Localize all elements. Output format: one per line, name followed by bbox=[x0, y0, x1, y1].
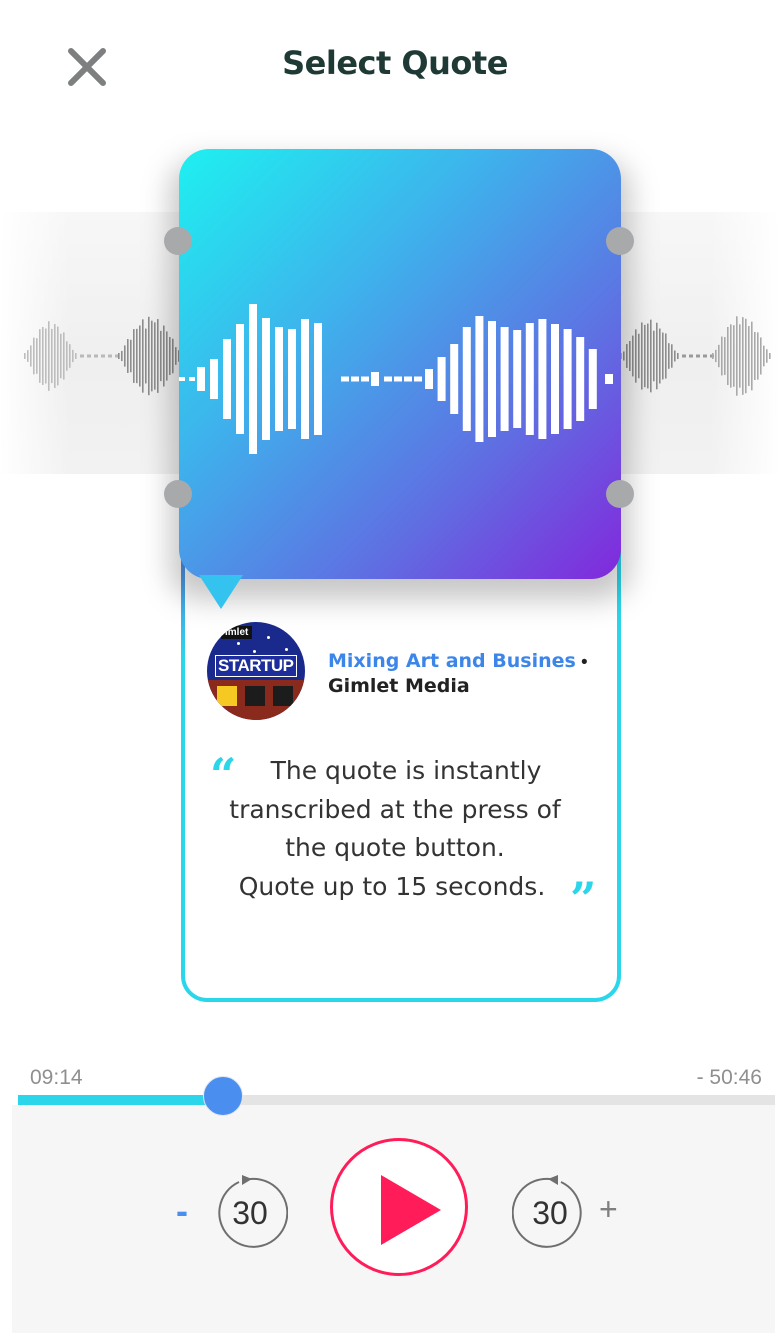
quote-line: transcribed at the press of bbox=[229, 794, 561, 824]
skip-back-label: 30 bbox=[232, 1195, 268, 1231]
play-button[interactable] bbox=[330, 1138, 468, 1276]
close-quote-icon: ” bbox=[570, 872, 597, 926]
skip-back-button[interactable]: 30 bbox=[212, 1175, 288, 1251]
artwork-brand-text: imlet bbox=[221, 626, 253, 639]
publisher-name: Gimlet Media bbox=[328, 675, 470, 697]
quote-line: the quote button. bbox=[285, 833, 505, 862]
selection-handle-top-right[interactable] bbox=[606, 227, 634, 255]
play-icon bbox=[381, 1175, 441, 1245]
selected-clip-waveform bbox=[179, 304, 613, 454]
skip-forward-label: 30 bbox=[532, 1195, 568, 1231]
selection-handle-bottom-right[interactable] bbox=[606, 480, 634, 508]
quote-text: The quote is instantly transcribed at th… bbox=[210, 752, 580, 906]
skip-forward-button[interactable]: 30 bbox=[512, 1175, 588, 1251]
remaining-time: - 50:46 bbox=[696, 1066, 762, 1089]
increase-button[interactable]: + bbox=[599, 1191, 618, 1228]
podcast-artwork: imlet STARTUP bbox=[207, 622, 305, 720]
decrease-button[interactable]: - bbox=[176, 1190, 188, 1232]
progress-fill bbox=[18, 1095, 224, 1105]
quote-line: Quote up to 15 seconds. bbox=[238, 871, 546, 901]
progress-thumb[interactable] bbox=[203, 1076, 244, 1116]
episode-title[interactable]: Mixing Art and Busines bbox=[328, 650, 576, 672]
progress-slider[interactable] bbox=[18, 1076, 775, 1116]
title-separator: • bbox=[581, 652, 588, 673]
clip-pointer bbox=[199, 575, 243, 609]
selection-handle-top-left[interactable] bbox=[164, 227, 192, 255]
elapsed-time: 09:14 bbox=[30, 1066, 83, 1089]
quote-line: The quote is instantly bbox=[270, 756, 542, 785]
page-title: Select Quote bbox=[282, 44, 508, 82]
artwork-show-text: STARTUP bbox=[215, 655, 297, 677]
selection-handle-bottom-left[interactable] bbox=[164, 480, 192, 508]
